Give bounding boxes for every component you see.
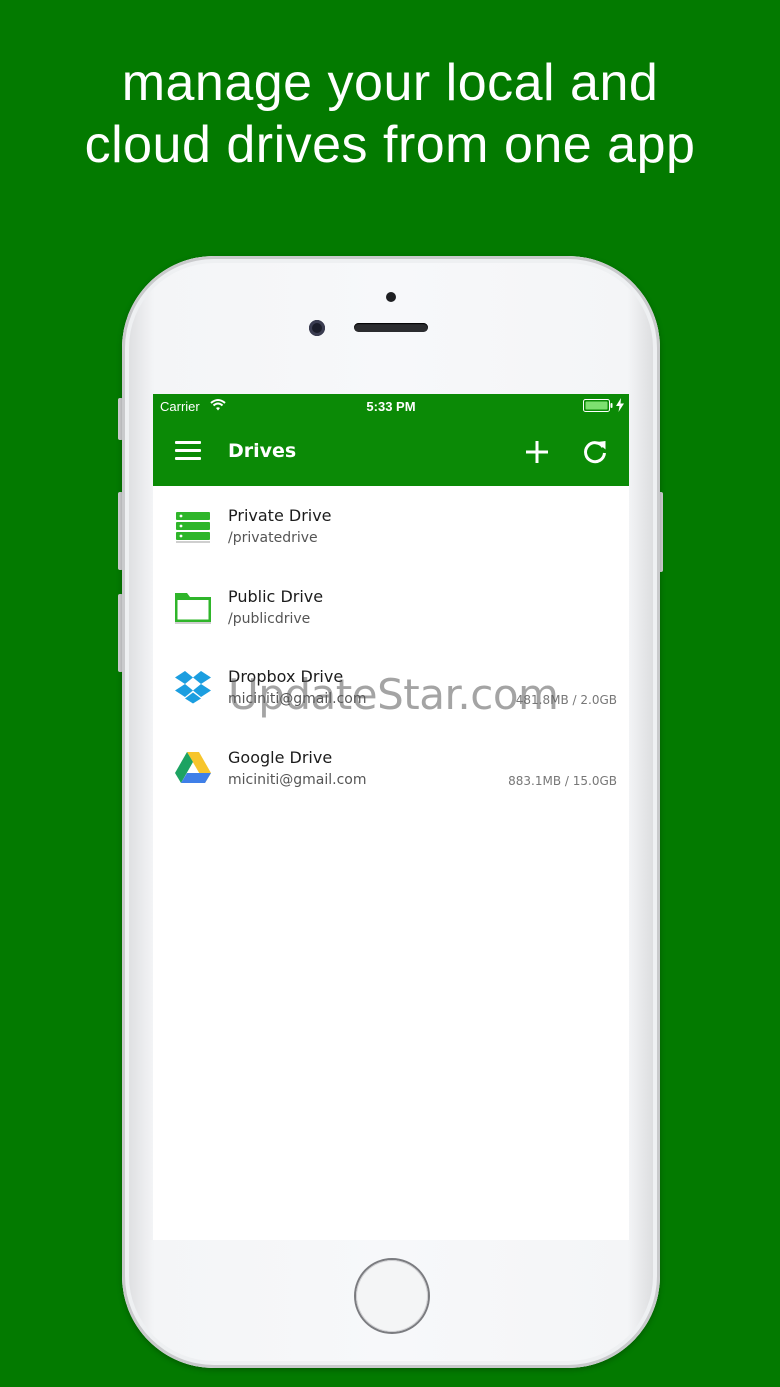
drive-item-private[interactable]: Private Drive /privatedrive: [153, 486, 629, 567]
drive-path: /privatedrive: [228, 530, 318, 546]
drive-account: miciniti@gmail.com: [228, 771, 367, 788]
headline: manage your local and cloud drives from …: [0, 52, 780, 176]
google-drive-icon: [175, 751, 211, 783]
status-bar: Carrier 5:33 PM: [153, 394, 629, 418]
folder-icon: [175, 592, 211, 624]
app-bar: Drives: [153, 418, 629, 486]
battery-icon: [583, 399, 613, 412]
app-screen: Carrier 5:33 PM Drives Private Drive /pr…: [153, 394, 629, 1240]
drive-list: Private Drive /privatedrive Public Drive…: [153, 486, 629, 808]
earpiece-speaker: [354, 323, 428, 332]
menu-icon[interactable]: [175, 440, 201, 462]
home-button[interactable]: [356, 1260, 428, 1332]
add-icon[interactable]: [525, 440, 549, 464]
page-title: Drives: [228, 440, 297, 462]
server-icon: [176, 512, 210, 543]
charging-icon: [616, 398, 624, 412]
drive-item-public[interactable]: Public Drive /publicdrive: [153, 567, 629, 648]
drive-name: Google Drive: [228, 747, 333, 767]
refresh-icon[interactable]: [582, 439, 608, 465]
front-camera: [309, 320, 325, 336]
drive-usage: 883.1MB / 15.0GB: [508, 773, 617, 788]
drive-path: /publicdrive: [228, 610, 311, 627]
watermark: UpdateStar.com: [228, 670, 559, 719]
dropbox-icon: [175, 671, 211, 704]
status-time: 5:33 PM: [366, 399, 416, 414]
headline-line-1: manage your local and: [121, 54, 659, 112]
drive-name: Private Drive: [228, 506, 332, 525]
proximity-sensor: [386, 292, 396, 302]
drive-item-google[interactable]: Google Drive miciniti@gmail.com 883.1MB …: [153, 728, 629, 809]
drive-name: Public Drive: [228, 586, 324, 606]
headline-line-2: cloud drives from one app: [84, 116, 696, 174]
